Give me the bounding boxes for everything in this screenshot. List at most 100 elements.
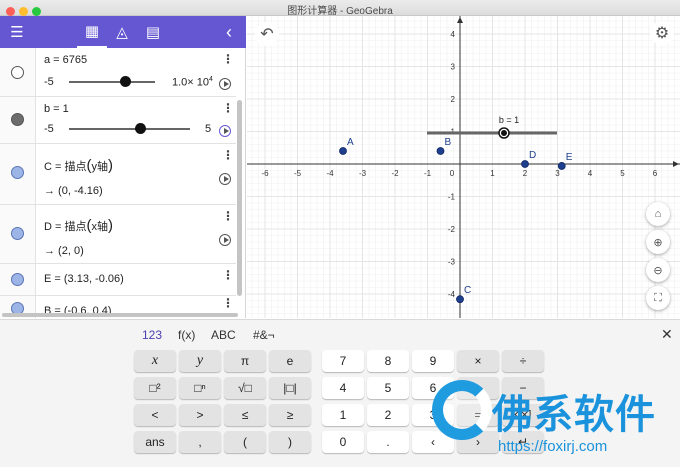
graphics-view[interactable]: -6-5-4-3-2-101234564321-1-2-3-4b = 1ABCD… [247,16,680,318]
expression-c[interactable]: C = 描点(y轴) [44,157,113,174]
key-0-8[interactable]: ÷ [502,350,544,372]
key-0-4[interactable]: 7 [322,350,364,372]
key-2-4[interactable]: 1 [322,404,364,426]
key-2-1[interactable]: > [179,404,221,426]
play-icon[interactable] [219,234,231,246]
visibility-toggle[interactable] [11,166,24,179]
key-0-3[interactable]: e [269,350,311,372]
x-tick-label: 0 [450,169,455,178]
key-0-6[interactable]: 9 [412,350,454,372]
key-1-8[interactable]: − [502,377,544,399]
keyboard-tab-fx[interactable]: f(x) [178,328,195,342]
table-tab-icon[interactable]: ▤ [138,16,168,48]
algebra-row-a[interactable]: a = 6765 -5 1.0× 104 ⋮ [0,48,236,97]
close-keyboard-icon[interactable]: ✕ [661,326,673,343]
play-icon[interactable] [219,173,231,185]
key-2-0[interactable]: < [134,404,176,426]
zoom-in-icon[interactable]: ⊕ [646,230,670,254]
key-3-4[interactable]: 0 [322,431,364,453]
play-icon[interactable] [219,78,231,90]
algebra-row-c[interactable]: C = 描点(y轴) → (0, -4.16) ⋮ [0,144,236,205]
key-2-3[interactable]: ≥ [269,404,311,426]
key-0-1[interactable]: y [179,350,221,372]
key-1-2[interactable]: √□ [224,377,266,399]
key-3-5[interactable]: . [367,431,409,453]
key-2-5[interactable]: 2 [367,404,409,426]
expression-b[interactable]: b = 1 [44,103,69,115]
key-0-5[interactable]: 8 [367,350,409,372]
key-3-6[interactable]: ‹ [412,431,454,453]
key-2-7[interactable]: = [457,404,499,426]
slider-a-track[interactable] [69,81,155,83]
settings-gear-icon[interactable]: ⚙ [650,21,674,45]
row-menu-icon[interactable]: ⋮ [222,52,234,66]
visibility-toggle[interactable] [11,113,24,126]
title-bar: 图形计算器 - GeoGebra [0,0,680,17]
expression-d[interactable]: D = 描点(x轴) [44,217,113,234]
point-label-a: A [347,137,354,148]
point-c [456,295,464,304]
key-3-7[interactable]: › [457,431,499,453]
key-1-7[interactable]: + [457,377,499,399]
slider-b-track[interactable] [69,128,190,130]
algebra-row-b[interactable]: b = 1 -5 5 ⋮ [0,97,236,144]
row-menu-icon[interactable]: ⋮ [222,148,234,162]
y-tick-label: -1 [448,193,456,202]
key-3-8[interactable]: ↵ [502,431,544,453]
slider-a-knob[interactable] [120,76,131,87]
key-1-4[interactable]: 4 [322,377,364,399]
key-1-1[interactable]: □ⁿ [179,377,221,399]
key-3-3[interactable]: ) [269,431,311,453]
row-menu-icon[interactable]: ⋮ [222,268,234,282]
key-3-1[interactable]: , [179,431,221,453]
algebra-row-d[interactable]: D = 描点(x轴) → (2, 0) ⋮ [0,205,236,264]
algebra-tab-icon[interactable]: ▦ [77,16,107,48]
keyboard-tab-abc[interactable]: ABC [211,328,236,342]
slider-b-knob[interactable] [135,123,146,134]
algebra-row-e[interactable]: E = (3.13, -0.06) ⋮ [0,264,236,296]
tools-tab-icon[interactable]: ◬ [107,16,137,48]
key-3-0[interactable]: ans [134,431,176,453]
keyboard-tab-symbols[interactable]: #&¬ [253,328,275,342]
key-1-0[interactable]: □² [134,377,176,399]
visibility-toggle-area [0,48,36,96]
key-2-8[interactable]: ⌫ [502,404,544,426]
expression-e[interactable]: E = (3.13, -0.06) [44,273,124,285]
x-tick-label: 4 [588,169,593,178]
virtual-keyboard: 123 f(x) ABC #&¬ ✕ x y π e 7 8 9 × ÷ □² □ⁿ √□ |□| 4 5 6… [0,319,680,467]
key-1-6[interactable]: 6 [412,377,454,399]
visibility-toggle[interactable] [11,227,24,240]
menu-icon[interactable]: ☰ [2,16,32,48]
key-3-2[interactable]: ( [224,431,266,453]
collapse-panel-icon[interactable]: ‹ [214,16,244,48]
visibility-toggle[interactable] [11,273,24,286]
keyboard-tabs: 123 f(x) ABC #&¬ ✕ [0,320,680,348]
key-2-2[interactable]: ≤ [224,404,266,426]
undo-icon[interactable]: ↶ [255,22,279,46]
expression-a[interactable]: a = 6765 [44,54,87,66]
key-2-6[interactable]: 3 [412,404,454,426]
key-1-3[interactable]: |□| [269,377,311,399]
key-1-5[interactable]: 5 [367,377,409,399]
home-icon[interactable]: ⌂ [646,202,670,226]
key-0-7[interactable]: × [457,350,499,372]
algebra-scrollbar[interactable] [237,100,242,296]
zoom-out-icon[interactable]: ⊖ [646,258,670,282]
x-tick-label: 5 [620,169,625,178]
row-menu-icon[interactable]: ⋮ [222,101,234,115]
coordinate-plane[interactable]: -6-5-4-3-2-101234564321-1-2-3-4b = 1ABCD… [247,16,680,318]
row-menu-icon[interactable]: ⋮ [222,296,234,310]
key-0-2[interactable]: π [224,350,266,372]
play-icon[interactable] [219,125,231,137]
x-tick-label: -6 [261,169,269,178]
row-menu-icon[interactable]: ⋮ [222,209,234,223]
key-0-0[interactable]: x [134,350,176,372]
x-tick-label: -3 [359,169,367,178]
keyboard-tab-123[interactable]: 123 [142,328,162,342]
algebra-hscrollbar[interactable] [2,313,238,317]
graph-slider-label: b = 1 [499,115,519,125]
app-toolbar: ☰ ▦ ◬ ▤ ‹ [0,16,246,48]
visibility-toggle[interactable] [11,66,24,79]
fullscreen-icon[interactable]: ⛶ [646,286,670,310]
y-tick-label: 4 [451,30,456,39]
